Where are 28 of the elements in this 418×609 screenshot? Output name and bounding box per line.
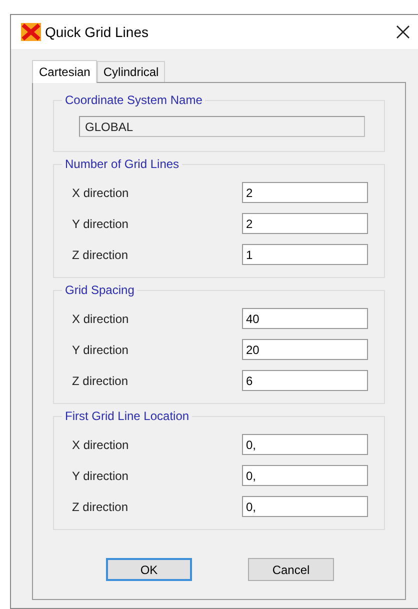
field-label: X direction	[72, 436, 130, 454]
input-field[interactable]: 2	[242, 182, 368, 203]
field-label: X direction	[72, 310, 130, 328]
app-icon	[21, 23, 41, 41]
dialog-button[interactable]: Cancel	[248, 558, 334, 581]
close-icon[interactable]	[396, 25, 410, 39]
field-label: Z direction	[72, 246, 130, 264]
tab[interactable]: Cylindrical	[97, 61, 165, 82]
input-field[interactable]: 0,	[242, 434, 368, 455]
field-label: Z direction	[72, 372, 130, 390]
group-title: Grid Spacing	[62, 282, 138, 298]
input-field[interactable]: 0,	[242, 496, 368, 517]
field-label: Y direction	[72, 216, 130, 232]
tab[interactable]: Cartesian	[32, 60, 98, 83]
input-field[interactable]: 40	[242, 308, 368, 329]
field-label: Y direction	[72, 468, 130, 484]
input-field[interactable]: 6	[242, 370, 368, 391]
group-title: Coordinate System Name	[62, 92, 206, 108]
system-name-field: GLOBAL	[79, 116, 365, 137]
field-label: Z direction	[72, 498, 130, 516]
input-field[interactable]: 2	[242, 213, 368, 234]
input-field[interactable]: 1	[242, 244, 368, 265]
field-label: X direction	[72, 184, 130, 202]
dialog-button[interactable]: OK	[106, 558, 192, 581]
window-title: Quick Grid Lines	[45, 22, 148, 42]
field-label: Y direction	[72, 342, 130, 358]
input-field[interactable]: 0,	[242, 465, 368, 486]
input-field[interactable]: 20	[242, 339, 368, 360]
